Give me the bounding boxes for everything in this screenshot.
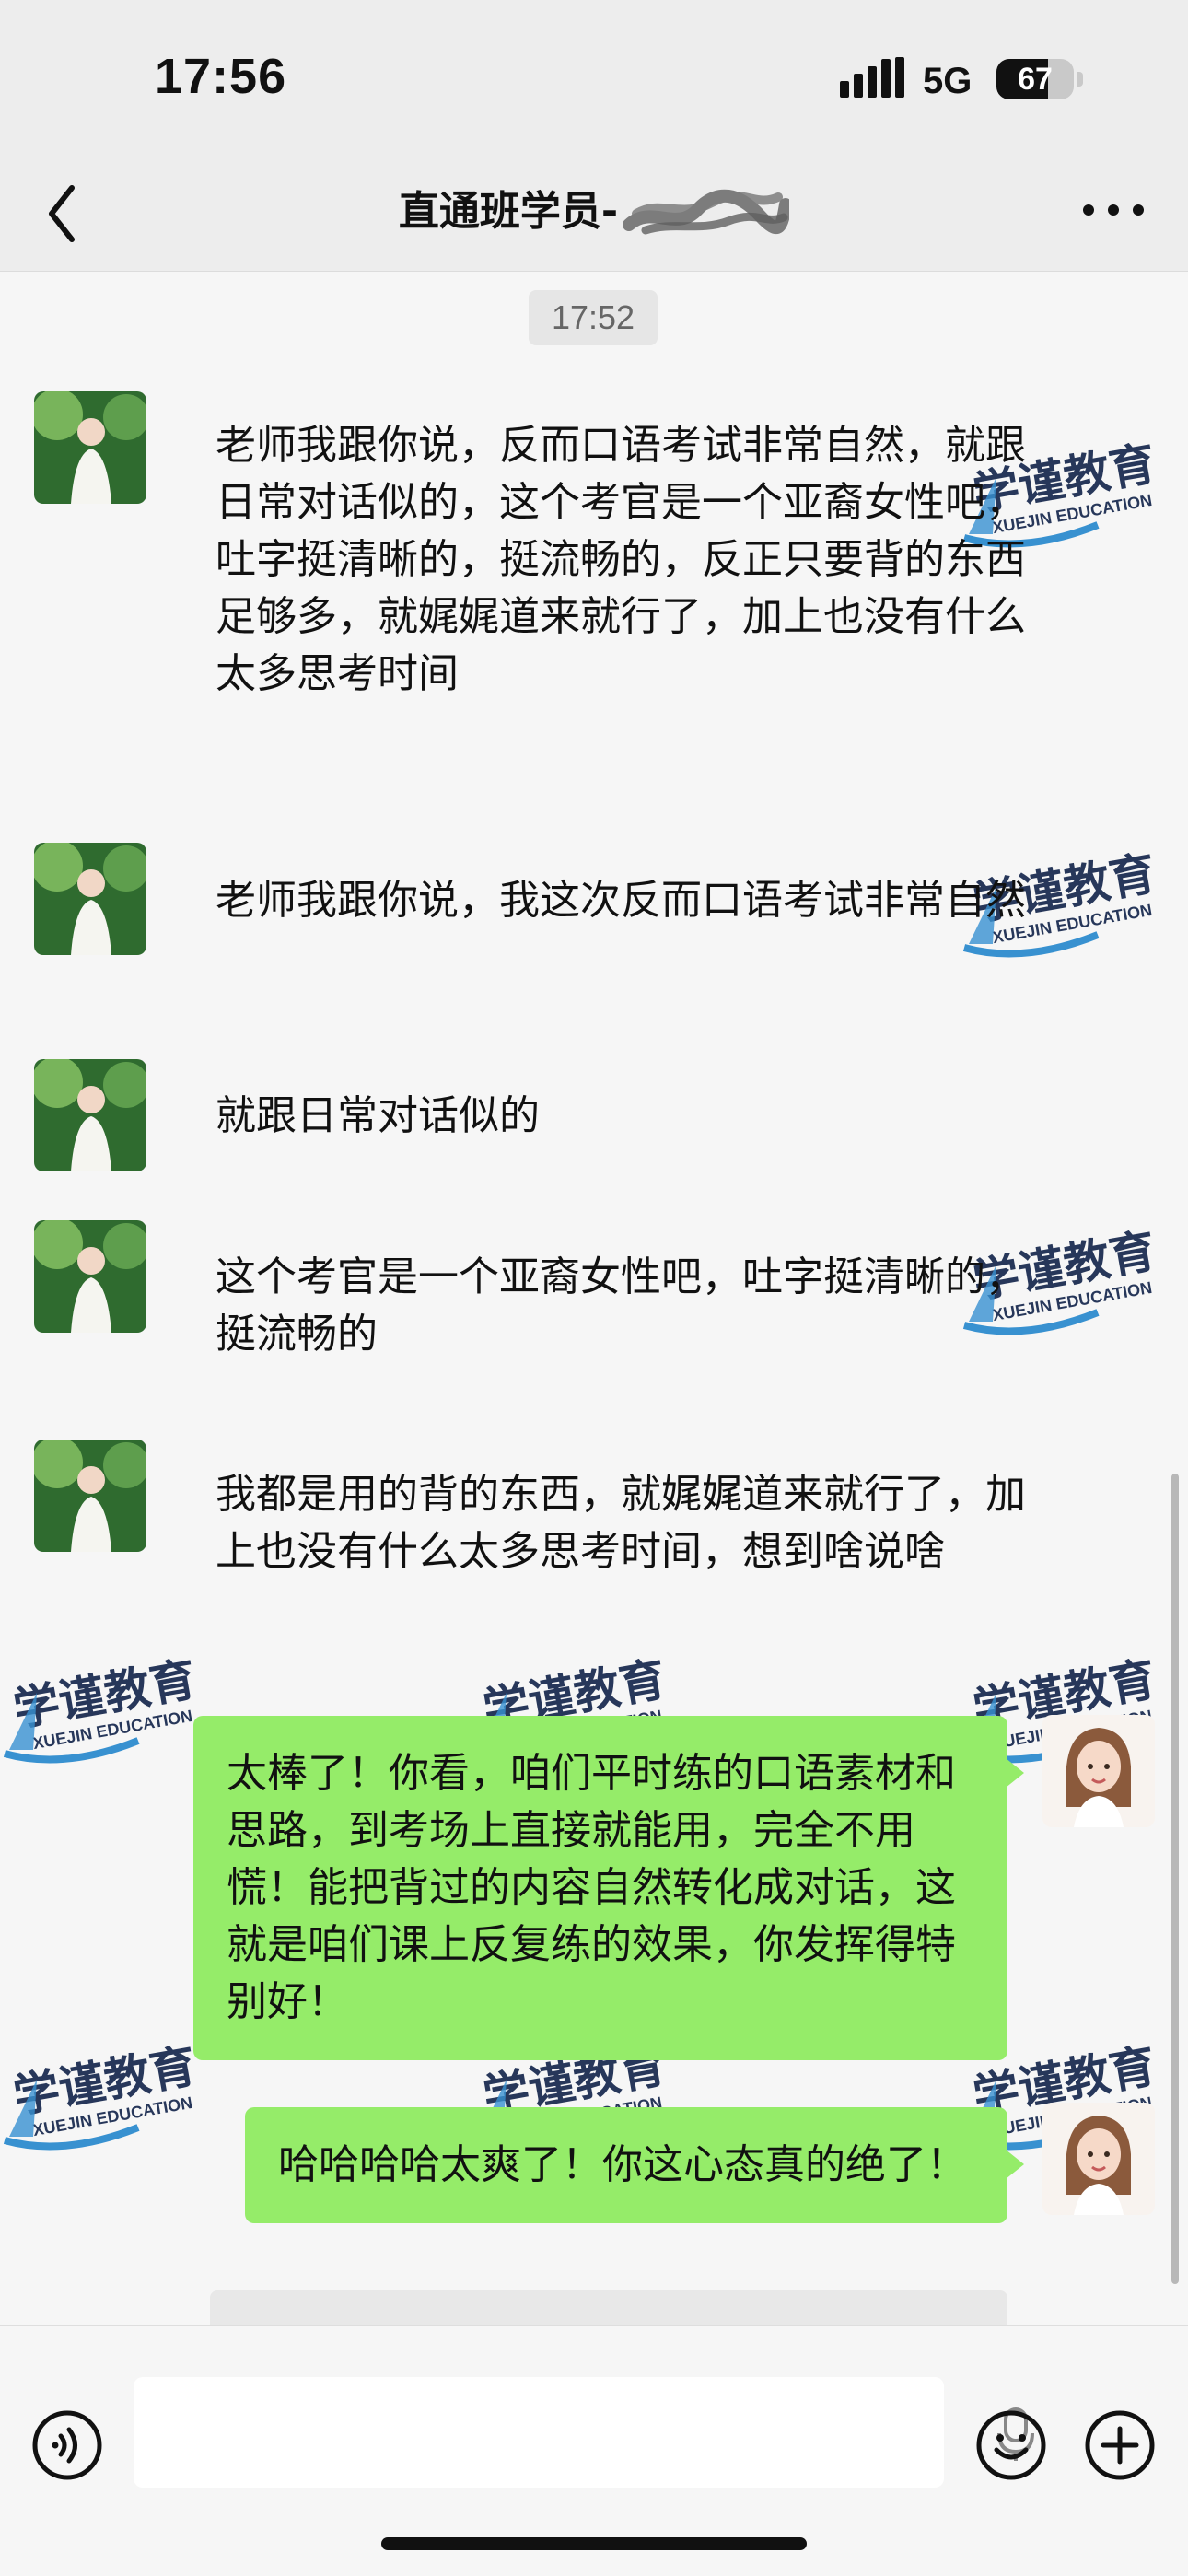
incoming-message[interactable]: 这个考官是一个亚裔女性吧，吐字挺清晰的，挺流畅的 bbox=[193, 1249, 1048, 1363]
chat-title: 直通班学员- bbox=[0, 182, 1188, 241]
battery-icon: 67 bbox=[996, 59, 1074, 99]
voice-icon[interactable] bbox=[29, 2407, 105, 2483]
incoming-message[interactable]: 就跟日常对话似的 bbox=[193, 1088, 1048, 1145]
scrollbar[interactable] bbox=[1171, 1474, 1179, 2284]
plus-icon[interactable] bbox=[1082, 2407, 1158, 2483]
network-label: 5G bbox=[923, 61, 973, 101]
incoming-message[interactable]: 老师我跟你说，反而口语考试非常自然，就跟日常对话似的，这个考官是一个亚裔女性吧，… bbox=[193, 417, 1048, 703]
student-avatar[interactable] bbox=[34, 1220, 146, 1333]
student-avatar[interactable] bbox=[34, 1440, 146, 1552]
chat-header: 直通班学员- bbox=[0, 157, 1188, 272]
teacher-avatar[interactable] bbox=[1042, 1715, 1155, 1827]
smile-icon[interactable] bbox=[973, 2407, 1049, 2483]
signal-icon bbox=[840, 57, 904, 98]
student-avatar[interactable] bbox=[34, 1059, 146, 1171]
message-input[interactable] bbox=[134, 2377, 1034, 2488]
teacher-avatar[interactable] bbox=[1042, 2103, 1155, 2215]
chat-timestamp: 17:52 bbox=[529, 290, 658, 345]
battery-percent: 67 bbox=[1018, 62, 1053, 97]
student-avatar[interactable] bbox=[34, 391, 146, 504]
status-time: 17:56 bbox=[155, 49, 287, 104]
chat-area: 17:52 学谨教育 XUEJIN EDUCATION 学谨教育 XUEJIN … bbox=[0, 272, 1188, 2325]
home-indicator bbox=[381, 2537, 807, 2550]
student-avatar[interactable] bbox=[34, 843, 146, 955]
incoming-message[interactable]: 老师我跟你说，我这次反而口语考试非常自然 bbox=[193, 872, 1048, 929]
more-button[interactable] bbox=[1072, 182, 1155, 238]
battery-cap bbox=[1077, 72, 1083, 87]
redaction-scribble bbox=[623, 189, 790, 235]
chat-title-text: 直通班学员- bbox=[398, 188, 619, 235]
status-bar: 17:56 5G 67 bbox=[0, 0, 1188, 157]
outgoing-message[interactable]: 哈哈哈哈太爽了！你这心态真的绝了！ bbox=[245, 2107, 1024, 2223]
outgoing-message[interactable]: 太棒了！你看，咱们平时练的口语素材和思路，到考场上直接就能用，完全不用慌！能把背… bbox=[193, 1716, 1024, 2060]
incoming-message[interactable]: 我都是用的背的东西，就娓娓道来就行了，加上也没有什么太多思考时间，想到啥说啥 bbox=[193, 1466, 1048, 1580]
